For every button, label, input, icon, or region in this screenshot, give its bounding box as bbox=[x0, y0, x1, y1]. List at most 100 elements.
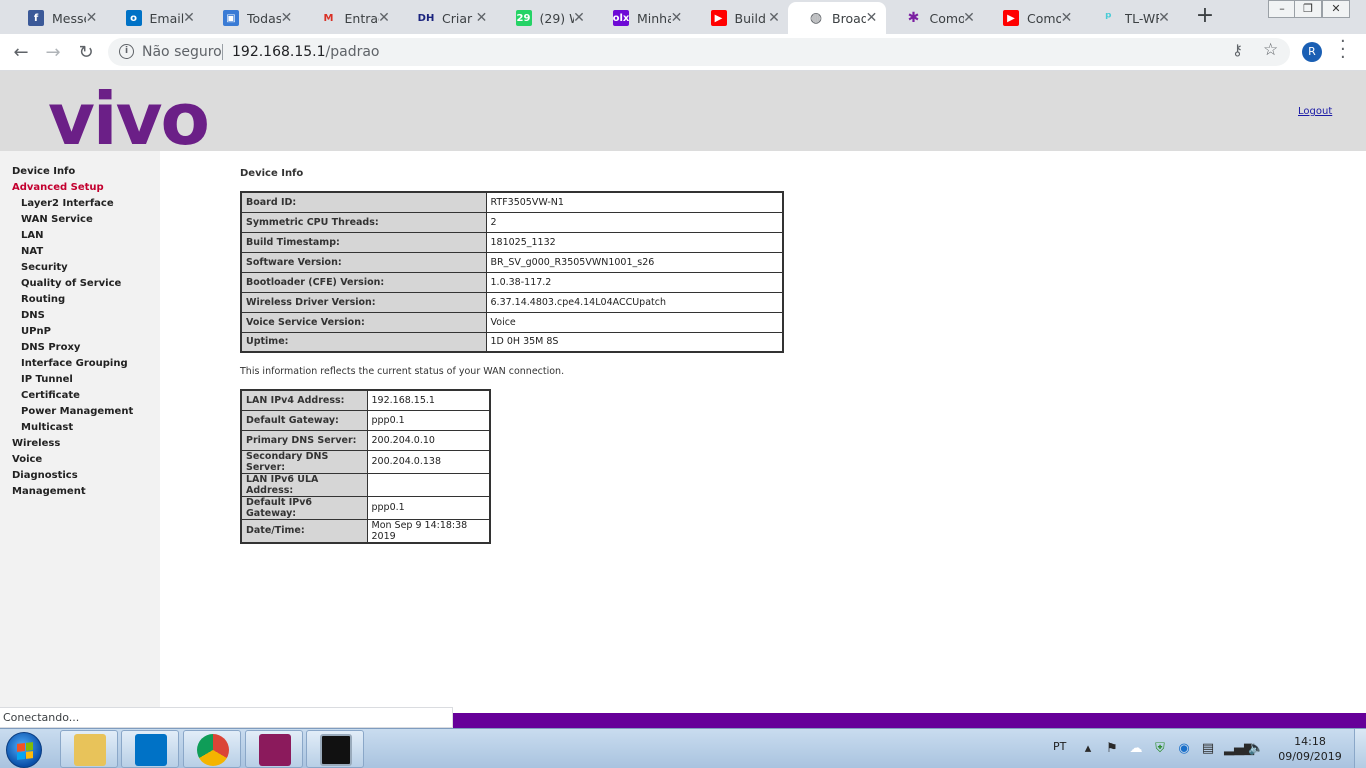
close-tab-icon[interactable]: ✕ bbox=[1059, 10, 1075, 26]
sidebar-item-dns-proxy[interactable]: DNS Proxy bbox=[0, 341, 160, 357]
tab-title: Email - Outlook bbox=[149, 10, 184, 26]
forward-button[interactable]: → bbox=[42, 42, 64, 64]
tab-9[interactable]: ✱ Como ✕ bbox=[886, 2, 984, 34]
security-label[interactable]: Não seguro bbox=[142, 44, 222, 60]
show-desktop-button[interactable] bbox=[1354, 729, 1366, 768]
restore-window-button[interactable]: ❐ bbox=[1294, 0, 1322, 18]
sidebar-item-layer2-interface[interactable]: Layer2 Interface bbox=[0, 197, 160, 213]
security-shield-icon[interactable]: ⛨ bbox=[1152, 741, 1168, 757]
device-info-label: Bootloader (CFE) Version: bbox=[240, 271, 487, 293]
sidebar-item-lan[interactable]: LAN bbox=[0, 229, 160, 245]
device-info-label: Build Timestamp: bbox=[240, 231, 487, 253]
volume-icon[interactable]: 🔈 bbox=[1248, 741, 1264, 757]
reload-button[interactable]: ↻ bbox=[75, 42, 97, 64]
address-bar[interactable]: i Não seguro 192.168.15.1/padrao bbox=[108, 38, 1290, 66]
tab-5[interactable]: 29 (29) WhatsApp✕ bbox=[496, 2, 594, 34]
tab-7[interactable]: ▶ Build a✕ bbox=[691, 2, 789, 34]
tab-title: Entrada - Gmail bbox=[344, 10, 379, 26]
page-footer-strip bbox=[453, 713, 1366, 728]
sidebar-item-upnp[interactable]: UPnP bbox=[0, 325, 160, 341]
close-tab-icon[interactable]: ✕ bbox=[84, 10, 100, 26]
device-info-value: 181025_1132 bbox=[485, 231, 784, 253]
device-info-value: RTF3505VW-N1 bbox=[485, 191, 784, 213]
cloud-icon[interactable]: ☁ bbox=[1128, 741, 1144, 757]
sidebar-item-routing[interactable]: Routing bbox=[0, 293, 160, 309]
bookmark-star-icon[interactable]: ☆ bbox=[1263, 40, 1278, 60]
device-info-row: Bootloader (CFE) Version: 1.0.38-117.2 bbox=[240, 271, 784, 293]
close-tab-icon[interactable]: ✕ bbox=[474, 10, 490, 26]
close-tab-icon[interactable]: ✕ bbox=[181, 10, 197, 26]
sidebar-item-advanced-setup[interactable]: Advanced Setup bbox=[0, 181, 160, 197]
back-button[interactable]: ← bbox=[10, 42, 32, 64]
close-window-button[interactable]: ✕ bbox=[1322, 0, 1350, 18]
tab-8[interactable]: ◍ Broadband✕ bbox=[788, 2, 886, 34]
sidebar-item-security[interactable]: Security bbox=[0, 261, 160, 277]
tab-0[interactable]: f Messenger✕ bbox=[8, 2, 106, 34]
tab-title: Criar Nova bbox=[442, 10, 476, 26]
close-tab-icon[interactable]: ✕ bbox=[1156, 10, 1172, 26]
sidebar-item-interface-grouping[interactable]: Interface Grouping bbox=[0, 357, 160, 373]
wan-info-label: Default IPv6 Gateway: bbox=[240, 495, 368, 520]
profile-avatar[interactable]: R bbox=[1302, 42, 1322, 62]
device-info-label: Wireless Driver Version: bbox=[240, 291, 487, 313]
tab-4[interactable]: DH Criar Nova✕ bbox=[398, 2, 496, 34]
tab-11[interactable]: ᵖ TL-WR✕ bbox=[1081, 2, 1179, 34]
url-text[interactable]: 192.168.15.1/padrao bbox=[232, 44, 380, 60]
tplink-icon: ᵖ bbox=[1105, 10, 1112, 26]
close-tab-icon[interactable]: ✕ bbox=[571, 10, 587, 26]
sidebar-item-power-management[interactable]: Power Management bbox=[0, 405, 160, 421]
sidebar-item-device-info[interactable]: Device Info bbox=[0, 165, 160, 181]
device-icon[interactable]: ▤ bbox=[1200, 741, 1216, 757]
chrome-taskbar-button[interactable] bbox=[183, 730, 241, 768]
close-tab-icon[interactable]: ✕ bbox=[376, 10, 392, 26]
sidebar-item-wireless[interactable]: Wireless bbox=[0, 437, 160, 453]
sidebar-item-multicast[interactable]: Multicast bbox=[0, 421, 160, 437]
wan-info-row: LAN IPv4 Address: 192.168.15.1 bbox=[240, 389, 491, 411]
sidebar-item-diagnostics[interactable]: Diagnostics bbox=[0, 469, 160, 485]
sidebar-item-management[interactable]: Management bbox=[0, 485, 160, 501]
winrar-taskbar-button[interactable] bbox=[245, 730, 303, 768]
sidebar-item-nat[interactable]: NAT bbox=[0, 245, 160, 261]
close-tab-icon[interactable]: ✕ bbox=[766, 10, 782, 26]
tab-1[interactable]: o Email - Outlook✕ bbox=[106, 2, 204, 34]
sidebar-item-ip-tunnel[interactable]: IP Tunnel bbox=[0, 373, 160, 389]
network-signal-icon[interactable]: ▂▄▆ bbox=[1224, 741, 1254, 757]
tab-6[interactable]: olx Minha OLX✕ bbox=[593, 2, 691, 34]
tab-10[interactable]: ▶ Como ✕ bbox=[983, 2, 1081, 34]
close-tab-icon[interactable]: ✕ bbox=[279, 10, 295, 26]
action-center-flag-icon[interactable]: ⚑ bbox=[1104, 741, 1120, 757]
facebook-icon: f bbox=[28, 10, 44, 26]
start-button[interactable] bbox=[6, 732, 42, 768]
new-tab-button[interactable]: + bbox=[1195, 5, 1215, 27]
wan-info-value: 200.204.0.138 bbox=[366, 449, 491, 474]
close-tab-icon[interactable]: ✕ bbox=[961, 10, 977, 26]
tab-2[interactable]: ▣ Todas ✕ bbox=[203, 2, 301, 34]
minimize-window-button[interactable]: – bbox=[1268, 0, 1296, 18]
language-indicator[interactable]: PT bbox=[1053, 740, 1066, 753]
sidebar-item-dns[interactable]: DNS bbox=[0, 309, 160, 325]
logout-link[interactable]: Logout bbox=[1298, 106, 1332, 117]
app-tray-icon[interactable]: ◉ bbox=[1176, 741, 1192, 757]
show-hidden-icons-icon[interactable]: ▴ bbox=[1080, 741, 1096, 757]
tab-3[interactable]: M Entrada - Gmail✕ bbox=[301, 2, 399, 34]
wan-info-label: Primary DNS Server: bbox=[240, 429, 368, 451]
tab-title: (29) WhatsApp bbox=[539, 10, 574, 26]
device-info-label: Uptime: bbox=[240, 331, 487, 353]
sidebar-item-voice[interactable]: Voice bbox=[0, 453, 160, 469]
sidebar-item-wan-service[interactable]: WAN Service bbox=[0, 213, 160, 229]
key-icon[interactable]: ⚷ bbox=[1232, 41, 1243, 59]
sidebar-item-quality-of-service[interactable]: Quality of Service bbox=[0, 277, 160, 293]
wan-info-table: LAN IPv4 Address: 192.168.15.1 Default Gat… bbox=[240, 389, 491, 544]
explorer-taskbar-button[interactable] bbox=[60, 730, 118, 768]
menu-dots-icon[interactable]: · · · bbox=[1340, 33, 1346, 67]
sidebar-item-certificate[interactable]: Certificate bbox=[0, 389, 160, 405]
cmd-taskbar-button[interactable] bbox=[306, 730, 364, 768]
outlook-taskbar-taskbar-button[interactable] bbox=[121, 730, 179, 768]
close-tab-icon[interactable]: ✕ bbox=[669, 10, 685, 26]
address-separator bbox=[222, 44, 223, 60]
url-path: /padrao bbox=[325, 44, 380, 60]
tab-title: Como bbox=[1027, 10, 1061, 26]
info-icon[interactable]: i bbox=[119, 44, 134, 59]
close-tab-icon[interactable]: ✕ bbox=[864, 10, 880, 26]
clock[interactable]: 14:18 09/09/2019 bbox=[1278, 734, 1342, 764]
